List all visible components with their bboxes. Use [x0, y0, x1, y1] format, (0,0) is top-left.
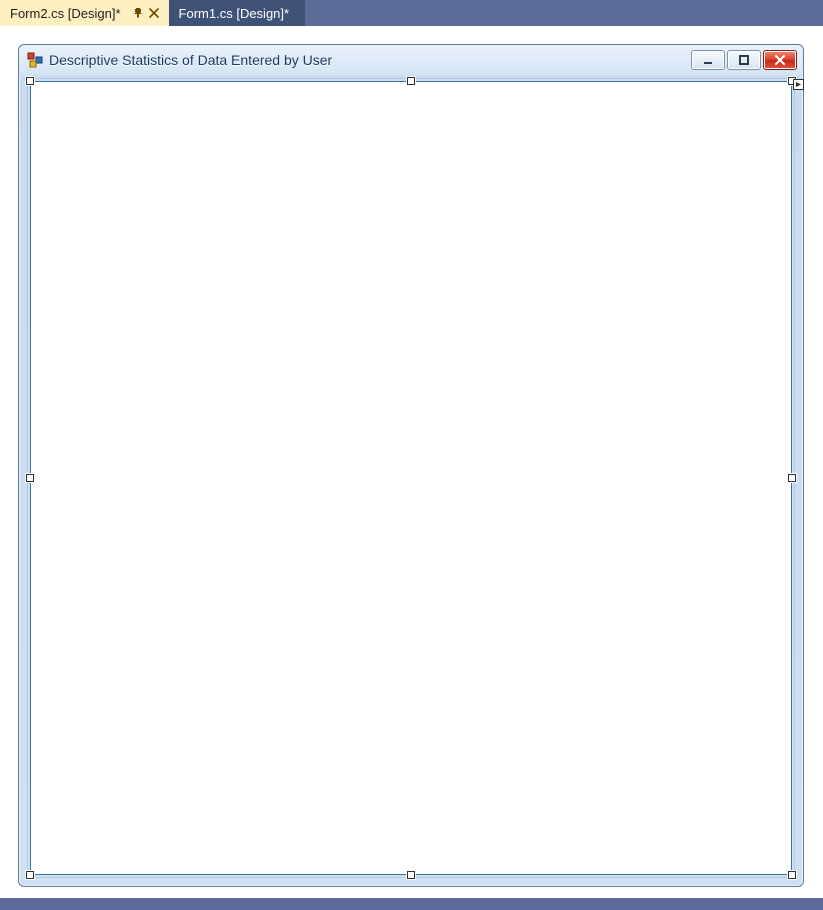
resize-handle-bottom-left[interactable]	[26, 871, 34, 879]
minimize-button[interactable]	[691, 50, 725, 70]
tab-form2-design[interactable]: Form2.cs [Design]*	[0, 0, 169, 26]
designer-canvas[interactable]: Descriptive Statistics of Data Entered b…	[18, 44, 804, 892]
tab-label: Form2.cs [Design]*	[10, 6, 121, 21]
resize-handle-top-left[interactable]	[26, 77, 34, 85]
smart-tag-arrow-icon[interactable]	[793, 79, 804, 90]
form-client-area[interactable]	[30, 81, 792, 875]
resize-handle-middle-left[interactable]	[26, 474, 34, 482]
document-tab-strip: Form2.cs [Design]* Form1.cs [Design]*	[0, 0, 823, 26]
resize-handle-bottom-right[interactable]	[788, 871, 796, 879]
tab-label: Form1.cs [Design]*	[179, 6, 290, 21]
tab-form1-design[interactable]: Form1.cs [Design]*	[169, 0, 306, 26]
shell-bottom-strip	[0, 898, 823, 910]
resize-handle-top-middle[interactable]	[407, 77, 415, 85]
form-icon	[27, 52, 43, 68]
pin-icon[interactable]	[131, 6, 145, 20]
form-titlebar[interactable]: Descriptive Statistics of Data Entered b…	[19, 45, 803, 75]
close-icon[interactable]	[147, 6, 161, 20]
window-control-buttons	[691, 50, 797, 70]
maximize-button[interactable]	[727, 50, 761, 70]
designer-viewport: Descriptive Statistics of Data Entered b…	[0, 26, 823, 910]
form-preview[interactable]: Descriptive Statistics of Data Entered b…	[18, 44, 804, 887]
resize-handle-middle-right[interactable]	[788, 474, 796, 482]
form-title: Descriptive Statistics of Data Entered b…	[49, 52, 691, 68]
close-button[interactable]	[763, 50, 797, 70]
resize-handle-bottom-middle[interactable]	[407, 871, 415, 879]
